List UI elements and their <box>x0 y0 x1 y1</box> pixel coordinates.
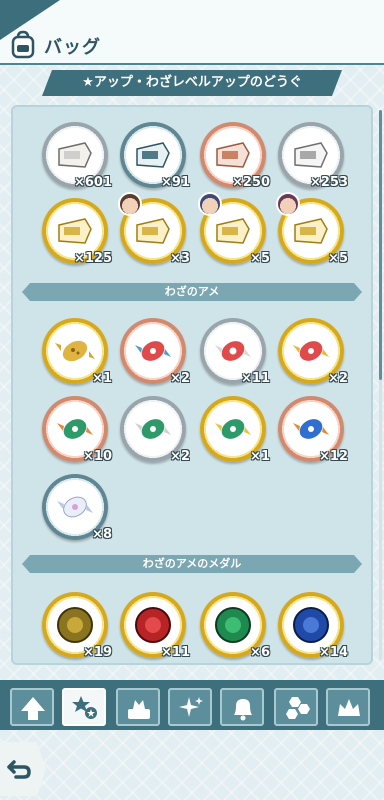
item-count: ×5 <box>328 251 348 266</box>
candy-icon <box>293 341 329 361</box>
item-count: ×1 <box>250 449 270 464</box>
ticket-icon <box>294 218 328 244</box>
tab-crown[interactable] <box>326 688 370 726</box>
sparkle-icon <box>179 697 203 717</box>
ticket-item[interactable]: ×601 <box>42 122 112 190</box>
item-count: ×601 <box>73 175 112 190</box>
page-title: バッグ <box>44 37 101 58</box>
scrollbar-thumb[interactable] <box>379 110 382 380</box>
arrow-up-icon <box>21 697 45 720</box>
candy-item[interactable]: ×2 <box>278 318 348 386</box>
item-count: ×125 <box>73 251 112 266</box>
ticket-item[interactable]: ×5 <box>276 192 348 266</box>
tab-star-up[interactable] <box>62 688 106 726</box>
item-count: ×2 <box>328 371 348 386</box>
trainer-avatar <box>198 192 222 216</box>
ticket-icon <box>136 218 170 244</box>
ticket-item[interactable]: ×3 <box>118 192 190 266</box>
ticket-icon <box>58 142 92 168</box>
item-count: ×1 <box>92 371 112 386</box>
item-count: ×2 <box>170 371 190 386</box>
ticket-icon <box>58 218 92 244</box>
candy-icon <box>215 341 251 361</box>
medal-item[interactable]: ×14 <box>278 592 348 660</box>
candy-item[interactable]: ×1 <box>200 396 270 464</box>
header-bar: バッグ <box>0 0 384 65</box>
ticket-icon <box>294 142 328 168</box>
trainer-avatar <box>118 192 142 216</box>
return-arrow-icon <box>7 760 31 779</box>
item-count: ×5 <box>250 251 270 266</box>
section-header-medal: わざのアメのメダル <box>22 555 362 573</box>
candy-icon <box>135 419 171 439</box>
item-count: ×91 <box>161 175 190 190</box>
ticket-item[interactable]: ×250 <box>200 122 270 190</box>
medal-icon <box>57 607 93 643</box>
ticket-item[interactable]: ×91 <box>120 122 190 190</box>
ticket-icon <box>136 142 170 168</box>
tab-sparkle[interactable] <box>168 688 212 726</box>
star-icon <box>72 696 97 719</box>
medal-item[interactable]: ×11 <box>120 592 190 660</box>
candy-item[interactable]: ×10 <box>42 396 112 464</box>
candy-icon <box>135 341 171 361</box>
trainer-avatar <box>276 192 300 216</box>
tab-hexagon[interactable] <box>274 688 318 726</box>
medal-icon <box>215 607 251 643</box>
candy-item[interactable]: ×11 <box>200 318 270 386</box>
hexagon-icon <box>286 697 310 719</box>
back-button[interactable] <box>0 742 46 796</box>
cake-icon <box>128 700 150 719</box>
ticket-item[interactable]: ×5 <box>198 192 270 266</box>
item-count: ×8 <box>92 527 112 542</box>
candy-icon <box>293 419 329 439</box>
ticket-item[interactable]: ×125 <box>42 198 112 266</box>
item-count: ×6 <box>250 645 270 660</box>
ticket-icon <box>216 142 250 168</box>
section-title: わざのアメのメダル <box>142 557 242 570</box>
candy-item[interactable]: ×2 <box>120 318 190 386</box>
medal-item[interactable]: ×19 <box>42 592 112 660</box>
tab-level-up[interactable] <box>10 688 54 726</box>
item-count: ×19 <box>83 645 112 660</box>
header-divider <box>0 63 384 65</box>
ticket-icon <box>216 218 250 244</box>
candy-item[interactable]: ×1 <box>42 318 112 386</box>
ticket-item[interactable]: ×253 <box>278 122 348 190</box>
item-count: ×253 <box>309 175 348 190</box>
item-count: ×3 <box>170 251 190 266</box>
medal-icon <box>293 607 329 643</box>
item-count: ×250 <box>231 175 270 190</box>
backpack-icon <box>11 30 35 59</box>
candy-item[interactable]: ×2 <box>120 396 190 464</box>
category-subtitle-bar: ★アップ・わざレベルアップのどうぐ <box>42 70 342 96</box>
bell-icon <box>234 699 252 721</box>
crown-icon <box>338 699 360 716</box>
candy-item[interactable]: ×8 <box>42 474 112 542</box>
candy-item[interactable]: ×12 <box>278 396 348 464</box>
section-title: わざのアメ <box>164 285 220 298</box>
tab-bell[interactable] <box>220 688 264 726</box>
candy-icon <box>55 340 95 362</box>
candy-icon <box>57 419 93 439</box>
category-subtitle: ★アップ・わざレベルアップのどうぐ <box>82 75 302 90</box>
section-header-candy: わざのアメ <box>22 283 362 301</box>
item-count: ×14 <box>319 645 348 660</box>
medal-item[interactable]: ×6 <box>200 592 270 660</box>
item-count: ×11 <box>241 371 270 386</box>
item-count: ×11 <box>161 645 190 660</box>
item-count: ×2 <box>170 449 190 464</box>
medal-icon <box>135 607 171 643</box>
candy-icon <box>57 496 93 518</box>
tab-cake[interactable] <box>116 688 160 726</box>
candy-icon <box>215 419 251 439</box>
item-count: ×10 <box>83 449 112 464</box>
item-count: ×12 <box>319 449 348 464</box>
